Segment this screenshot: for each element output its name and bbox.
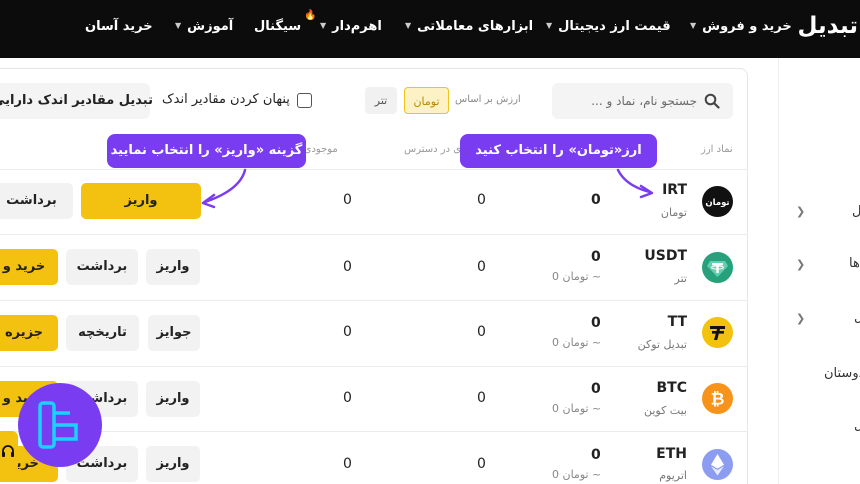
nav-signal[interactable]: سیگنال — [254, 19, 301, 34]
withdraw-button[interactable]: برداشت — [0, 183, 73, 219]
hide-small-checkbox[interactable] — [297, 93, 312, 108]
top-navbar: تبدیل خرید و فروش▼ قیمت ارز دیجیتال▼ ابز… — [0, 0, 860, 58]
total-balance: 0 — [591, 249, 601, 265]
sidebar-item[interactable]: ل — [852, 204, 860, 219]
currency-toggle-toman[interactable]: تومان — [404, 87, 449, 114]
coin-name: تومان — [660, 206, 687, 219]
available-balance: 0 — [477, 192, 486, 208]
coin-symbol: IRT — [662, 182, 687, 198]
row-divider — [0, 300, 748, 301]
coin-symbol: TT — [667, 314, 687, 330]
header-symbol: نماد ارز — [701, 144, 733, 155]
toman-equivalent: تومان 0 ~ — [552, 468, 602, 481]
search-input[interactable] — [562, 90, 697, 112]
coin-name: تبدیل توکن — [637, 338, 687, 351]
coin-symbol: USDT — [644, 248, 687, 264]
toman-equivalent: تومان 0 ~ — [552, 402, 602, 415]
tooltip-select-toman: ارز«تومان» را انتخاب کنید — [460, 134, 657, 168]
withdraw-button[interactable]: برداشت — [66, 249, 138, 285]
deposit-button[interactable]: واریز — [146, 381, 200, 417]
nav-easy-buy[interactable]: خرید آسان — [85, 19, 153, 34]
sidebar — [778, 58, 860, 484]
available-balance: 0 — [477, 390, 486, 406]
buy-sell-button[interactable]: خرید و — [0, 249, 58, 285]
chevron-down-icon[interactable]: ❯ — [796, 312, 805, 325]
search-icon[interactable] — [704, 93, 720, 109]
island-button[interactable]: جزیره — [0, 315, 58, 351]
coin-name: اتریوم — [659, 469, 687, 482]
balance-value: 0 — [343, 192, 352, 208]
tabdeal-token-icon — [702, 317, 733, 348]
nav-leverage[interactable]: اهرم‌دار▼ — [320, 19, 382, 34]
toman-equivalent: تومان 0 ~ — [552, 270, 602, 283]
sidebar-item[interactable]: ل — [854, 310, 860, 325]
rewards-button[interactable]: جوایز — [148, 315, 200, 351]
available-balance: 0 — [477, 324, 486, 340]
chevron-down-icon: ▼ — [690, 21, 697, 30]
headset-icon — [2, 445, 14, 457]
balance-value: 0 — [343, 259, 352, 275]
deposit-button[interactable]: واریز — [146, 446, 200, 482]
chevron-down-icon[interactable]: ❯ — [796, 205, 805, 218]
hide-small-label: پنهان کردن مقادیر اندک — [162, 92, 290, 107]
deposit-button[interactable]: واریز — [81, 183, 201, 219]
brand-logo[interactable]: تبدیل — [798, 13, 858, 39]
balance-value: 0 — [343, 324, 352, 340]
coin-symbol: BTC — [656, 380, 688, 396]
coin-symbol: ETH — [656, 446, 687, 462]
convert-small-button[interactable]: تبدیل مقادیر اندک دارایی — [0, 83, 153, 119]
sidebar-item[interactable]: ل — [854, 418, 860, 433]
ethereum-icon — [702, 449, 733, 480]
nav-trading-tools[interactable]: ابزارهای معاملاتی▼ — [405, 19, 533, 34]
row-divider — [0, 234, 748, 235]
row-divider — [0, 431, 748, 432]
toman-equivalent: تومان 0 ~ — [552, 336, 602, 349]
nav-education[interactable]: آموزش▼ — [175, 19, 233, 34]
coin-name: تتر — [674, 272, 687, 285]
sidebar-item-referral[interactable]: دوستان — [824, 366, 860, 381]
balance-value: 0 — [343, 390, 352, 406]
tether-icon — [702, 252, 733, 283]
chevron-down-icon: ▼ — [175, 21, 182, 30]
watermark-logo — [18, 383, 102, 467]
currency-toggle-tether[interactable]: تتر — [365, 87, 397, 114]
total-balance: 0 — [591, 315, 601, 331]
total-balance: 0 — [591, 192, 601, 208]
coin-name: بیت کوین — [643, 404, 687, 417]
sidebar-item[interactable]: ها — [849, 256, 860, 271]
row-divider — [0, 366, 748, 367]
fire-icon: 🔥 — [304, 10, 317, 21]
chevron-down-icon[interactable]: ❯ — [796, 258, 805, 271]
bitcoin-icon: ₿ — [702, 383, 733, 414]
svg-text:₿: ₿ — [711, 390, 725, 410]
value-basis-label: ارزش بر اساس — [455, 94, 521, 105]
tooltip-select-deposit: گزینه «واریز» را انتخاب نمایید — [107, 134, 306, 168]
nav-buy-sell[interactable]: خرید و فروش▼ — [690, 19, 792, 34]
chevron-down-icon: ▼ — [405, 21, 412, 30]
available-balance: 0 — [477, 259, 486, 275]
total-balance: 0 — [591, 381, 601, 397]
chevron-down-icon: ▼ — [546, 21, 553, 30]
balance-value: 0 — [343, 456, 352, 472]
nav-crypto-price[interactable]: قیمت ارز دیجیتال▼ — [546, 19, 671, 34]
row-divider — [0, 169, 748, 170]
total-balance: 0 — [591, 447, 601, 463]
history-button[interactable]: تاریخچه — [66, 315, 139, 351]
header-available: ی در دسترس — [404, 144, 462, 155]
chevron-down-icon: ▼ — [320, 21, 327, 30]
deposit-button[interactable]: واریز — [146, 249, 200, 285]
svg-text:تومان: تومان — [705, 198, 729, 208]
available-balance: 0 — [477, 456, 486, 472]
toman-icon: تومان — [702, 186, 733, 217]
